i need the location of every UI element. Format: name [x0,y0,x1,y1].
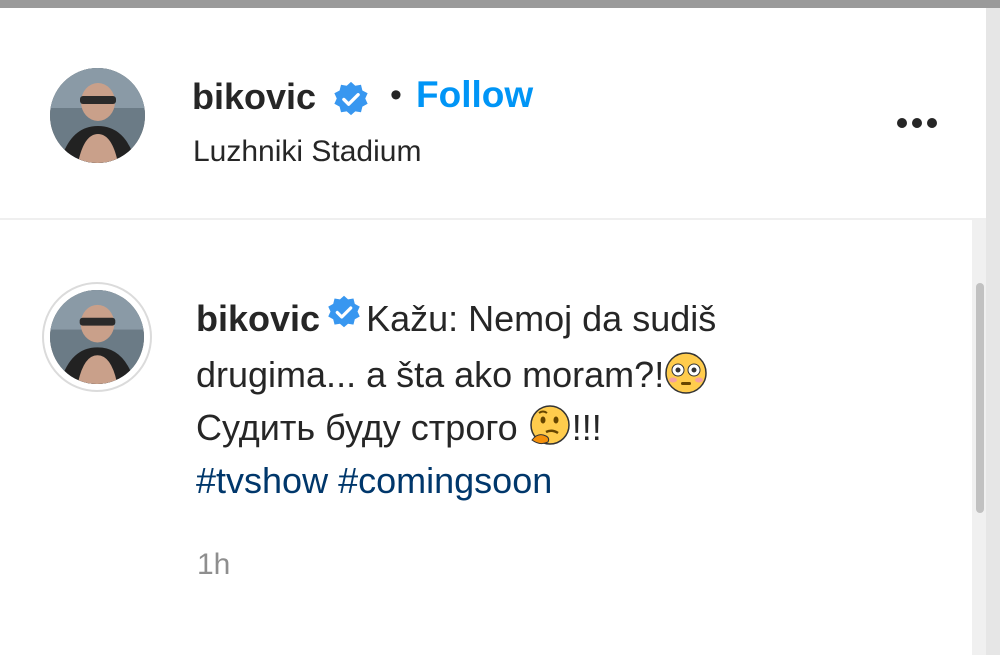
hashtag-link[interactable]: #tvshow [196,460,328,501]
more-options-icon[interactable] [893,104,941,144]
hashtag-link[interactable]: #comingsoon [338,460,552,501]
caption-line-1: Kažu: Nemoj da sudiš [366,298,717,339]
window-right-edge [986,8,1000,655]
caption-exclaim: !!! [571,406,602,448]
window-top-strip [0,0,1000,8]
caption-line-2: drugima... a šta ako moram?! [196,353,665,395]
profile-avatar[interactable] [50,68,145,163]
follow-button[interactable]: Follow [416,74,533,116]
verified-badge-icon [332,80,370,123]
post-timestamp[interactable]: 1h [197,548,230,582]
caption-avatar[interactable] [50,290,144,384]
post-header: bikovic • Follow Luzhniki Stadium [0,8,986,220]
caption-username[interactable]: bikovic [196,298,320,339]
flushed-face-emoji [664,351,708,395]
caption-text: bikovic Kažu: Nemoj da sudiš drugima... … [196,292,836,507]
username[interactable]: bikovic [192,76,316,118]
thinking-face-emoji [528,404,572,448]
scrollbar-thumb[interactable] [976,283,984,513]
post-location[interactable]: Luzhniki Stadium [193,135,421,169]
verified-badge-icon [326,291,362,344]
caption-line-3: Судить буду строго [196,406,528,448]
separator-dot: • [390,76,402,114]
